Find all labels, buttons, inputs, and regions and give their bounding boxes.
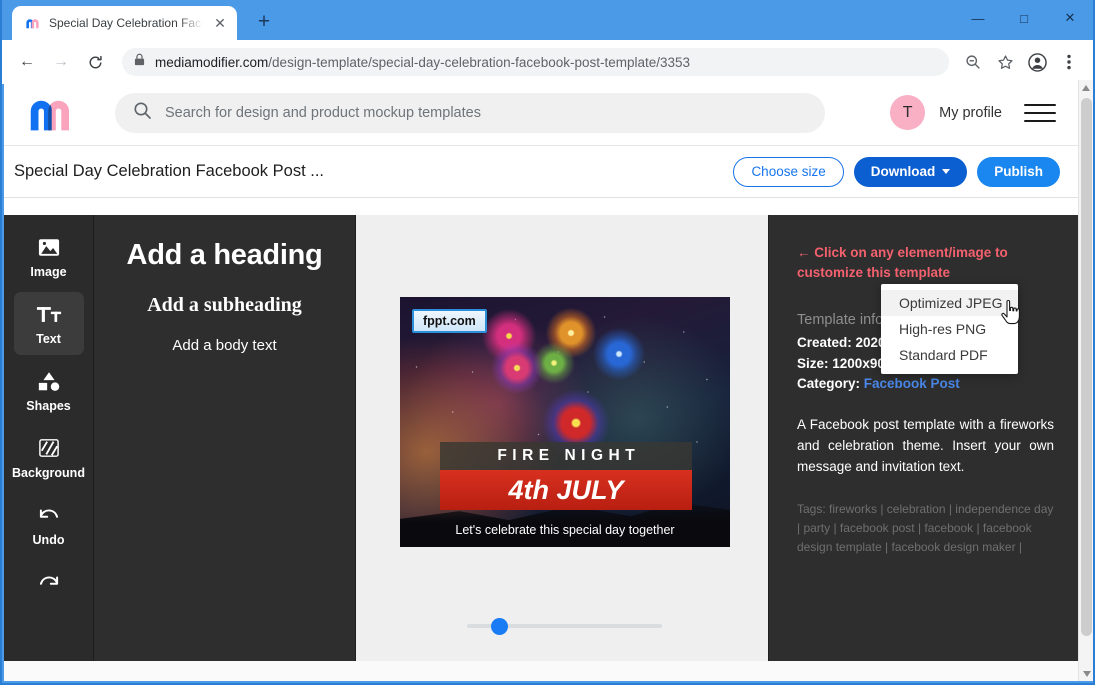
sidebar-item-label: Background bbox=[12, 466, 85, 480]
template-preview[interactable]: fppt.com FIRE NIGHT 4th JULY Let's celeb… bbox=[400, 297, 730, 547]
template-tags: Tags: fireworks | celebration | independ… bbox=[797, 501, 1054, 555]
browser-window: Special Day Celebration Faceboo ✕ + — □ … bbox=[0, 0, 1095, 685]
window-controls: — □ ✕ bbox=[955, 0, 1093, 36]
zoom-slider[interactable] bbox=[467, 616, 662, 636]
browser-tab-title: Special Day Celebration Faceboo bbox=[49, 16, 203, 30]
status-strip bbox=[4, 661, 1093, 681]
minimize-icon[interactable]: — bbox=[955, 0, 1001, 36]
text-tt-icon bbox=[36, 303, 62, 325]
scroll-down-icon[interactable] bbox=[1079, 666, 1093, 681]
watermark-badge: fppt.com bbox=[412, 309, 487, 333]
redo-arrow-icon bbox=[37, 571, 61, 593]
zoom-slider-thumb[interactable] bbox=[491, 617, 508, 635]
add-body-text-option[interactable]: Add a body text bbox=[94, 337, 355, 354]
sidebar-item-shapes[interactable]: Shapes bbox=[14, 359, 84, 422]
category-link[interactable]: Facebook Post bbox=[864, 376, 960, 391]
scrollbar-thumb[interactable] bbox=[1081, 98, 1092, 636]
mediamodifier-logo[interactable] bbox=[28, 91, 90, 135]
lock-icon bbox=[134, 53, 145, 71]
shapes-icon bbox=[37, 370, 61, 392]
search-input[interactable]: Search for design and product mockup tem… bbox=[115, 92, 825, 133]
tool-sidebar: Image Text Shapes Background Undo bbox=[4, 215, 94, 681]
site-header: Search for design and product mockup tem… bbox=[4, 80, 1078, 146]
sidebar-item-label: Undo bbox=[32, 533, 65, 547]
menu-item-standard-pdf[interactable]: Standard PDF bbox=[881, 342, 1018, 368]
search-placeholder: Search for design and product mockup tem… bbox=[165, 104, 481, 121]
sidebar-item-undo[interactable]: Undo bbox=[14, 493, 84, 556]
my-profile-link[interactable]: My profile bbox=[939, 105, 1002, 121]
menu-item-high-res-png[interactable]: High-res PNG bbox=[881, 316, 1018, 342]
category-label: Category: bbox=[797, 376, 861, 392]
page-title: Special Day Celebration Facebook Post ..… bbox=[14, 162, 324, 180]
background-hatch-icon bbox=[38, 437, 60, 459]
search-icon bbox=[133, 101, 152, 125]
download-button[interactable]: Download bbox=[853, 156, 968, 187]
sidebar-item-label: Text bbox=[36, 332, 61, 346]
new-tab-button[interactable]: + bbox=[249, 7, 279, 37]
add-heading-option[interactable]: Add a heading bbox=[94, 239, 355, 272]
avatar[interactable]: T bbox=[890, 95, 926, 130]
sidebar-item-redo[interactable] bbox=[14, 560, 84, 609]
zoom-out-icon[interactable] bbox=[959, 48, 987, 76]
bookmark-star-icon[interactable] bbox=[991, 48, 1019, 76]
browser-profile-icon[interactable] bbox=[1023, 48, 1051, 76]
sidebar-item-background[interactable]: Background bbox=[12, 426, 85, 489]
sidebar-item-image[interactable]: Image bbox=[14, 225, 84, 288]
scroll-up-icon[interactable] bbox=[1079, 80, 1093, 95]
image-icon bbox=[38, 236, 60, 258]
editor-toolbar: Special Day Celebration Facebook Post ..… bbox=[4, 146, 1078, 198]
template-description: A Facebook post template with a firework… bbox=[797, 417, 1054, 474]
window-close-icon[interactable]: ✕ bbox=[1047, 0, 1093, 36]
close-icon[interactable]: ✕ bbox=[211, 14, 229, 32]
page-viewport: Search for design and product mockup tem… bbox=[4, 80, 1093, 681]
forward-icon[interactable]: → bbox=[46, 47, 76, 77]
download-button-label: Download bbox=[870, 164, 936, 179]
publish-button[interactable]: Publish bbox=[977, 156, 1060, 187]
sidebar-item-label: Image bbox=[30, 265, 67, 279]
canvas-area[interactable]: fppt.com FIRE NIGHT 4th JULY Let's celeb… bbox=[356, 215, 768, 681]
address-bar-url: mediamodifier.com/design-template/specia… bbox=[155, 55, 690, 70]
url-path: /design-template/special-day-celebration… bbox=[268, 54, 691, 70]
browser-menu-icon[interactable] bbox=[1055, 48, 1083, 76]
browser-toolbar: ← → mediamodifier.com/design-template/sp… bbox=[2, 40, 1093, 84]
add-subheading-option[interactable]: Add a subheading bbox=[94, 294, 355, 317]
browser-tab[interactable]: Special Day Celebration Faceboo ✕ bbox=[12, 6, 237, 40]
page-scrollbar[interactable] bbox=[1078, 80, 1093, 681]
address-bar[interactable]: mediamodifier.com/design-template/specia… bbox=[122, 48, 949, 76]
text-options-panel: Add a heading Add a subheading Add a bod… bbox=[94, 215, 356, 681]
mediamodifier-m-icon bbox=[24, 15, 41, 32]
sidebar-item-label: Shapes bbox=[26, 399, 71, 413]
created-label: Created: bbox=[797, 335, 852, 351]
mediamodifier-app: Search for design and product mockup tem… bbox=[4, 80, 1078, 681]
sidebar-item-text[interactable]: Text bbox=[13, 292, 84, 355]
firework-blue bbox=[590, 325, 648, 383]
chevron-down-icon bbox=[942, 169, 951, 174]
maximize-icon[interactable]: □ bbox=[1001, 0, 1047, 36]
preview-title-band[interactable]: FIRE NIGHT bbox=[440, 442, 692, 470]
download-dropdown-menu: Optimized JPEG High-res PNG Standard PDF bbox=[881, 284, 1018, 374]
size-label: Size: bbox=[797, 355, 829, 371]
browser-tabstrip: Special Day Celebration Faceboo ✕ + — □ … bbox=[2, 0, 1093, 40]
customize-hint: ← Click on any element/image to customiz… bbox=[797, 245, 1008, 280]
preview-tagline[interactable]: Let's celebrate this special day togethe… bbox=[400, 523, 730, 537]
editor-actions: Choose size Download Publish bbox=[733, 156, 1060, 187]
firework-magenta bbox=[488, 339, 546, 397]
reload-icon[interactable] bbox=[80, 47, 110, 77]
profile-area: T My profile bbox=[890, 95, 1056, 130]
menu-item-optimized-jpeg[interactable]: Optimized JPEG bbox=[881, 290, 1018, 316]
back-icon[interactable]: ← bbox=[12, 47, 42, 77]
preview-date-band[interactable]: 4th JULY bbox=[440, 470, 692, 510]
choose-size-button[interactable]: Choose size bbox=[733, 156, 844, 187]
category-line: Category: Facebook Post bbox=[797, 374, 1054, 395]
undo-arrow-icon bbox=[37, 504, 61, 526]
hamburger-menu-icon[interactable] bbox=[1024, 101, 1056, 125]
url-domain: mediamodifier.com bbox=[155, 54, 269, 70]
